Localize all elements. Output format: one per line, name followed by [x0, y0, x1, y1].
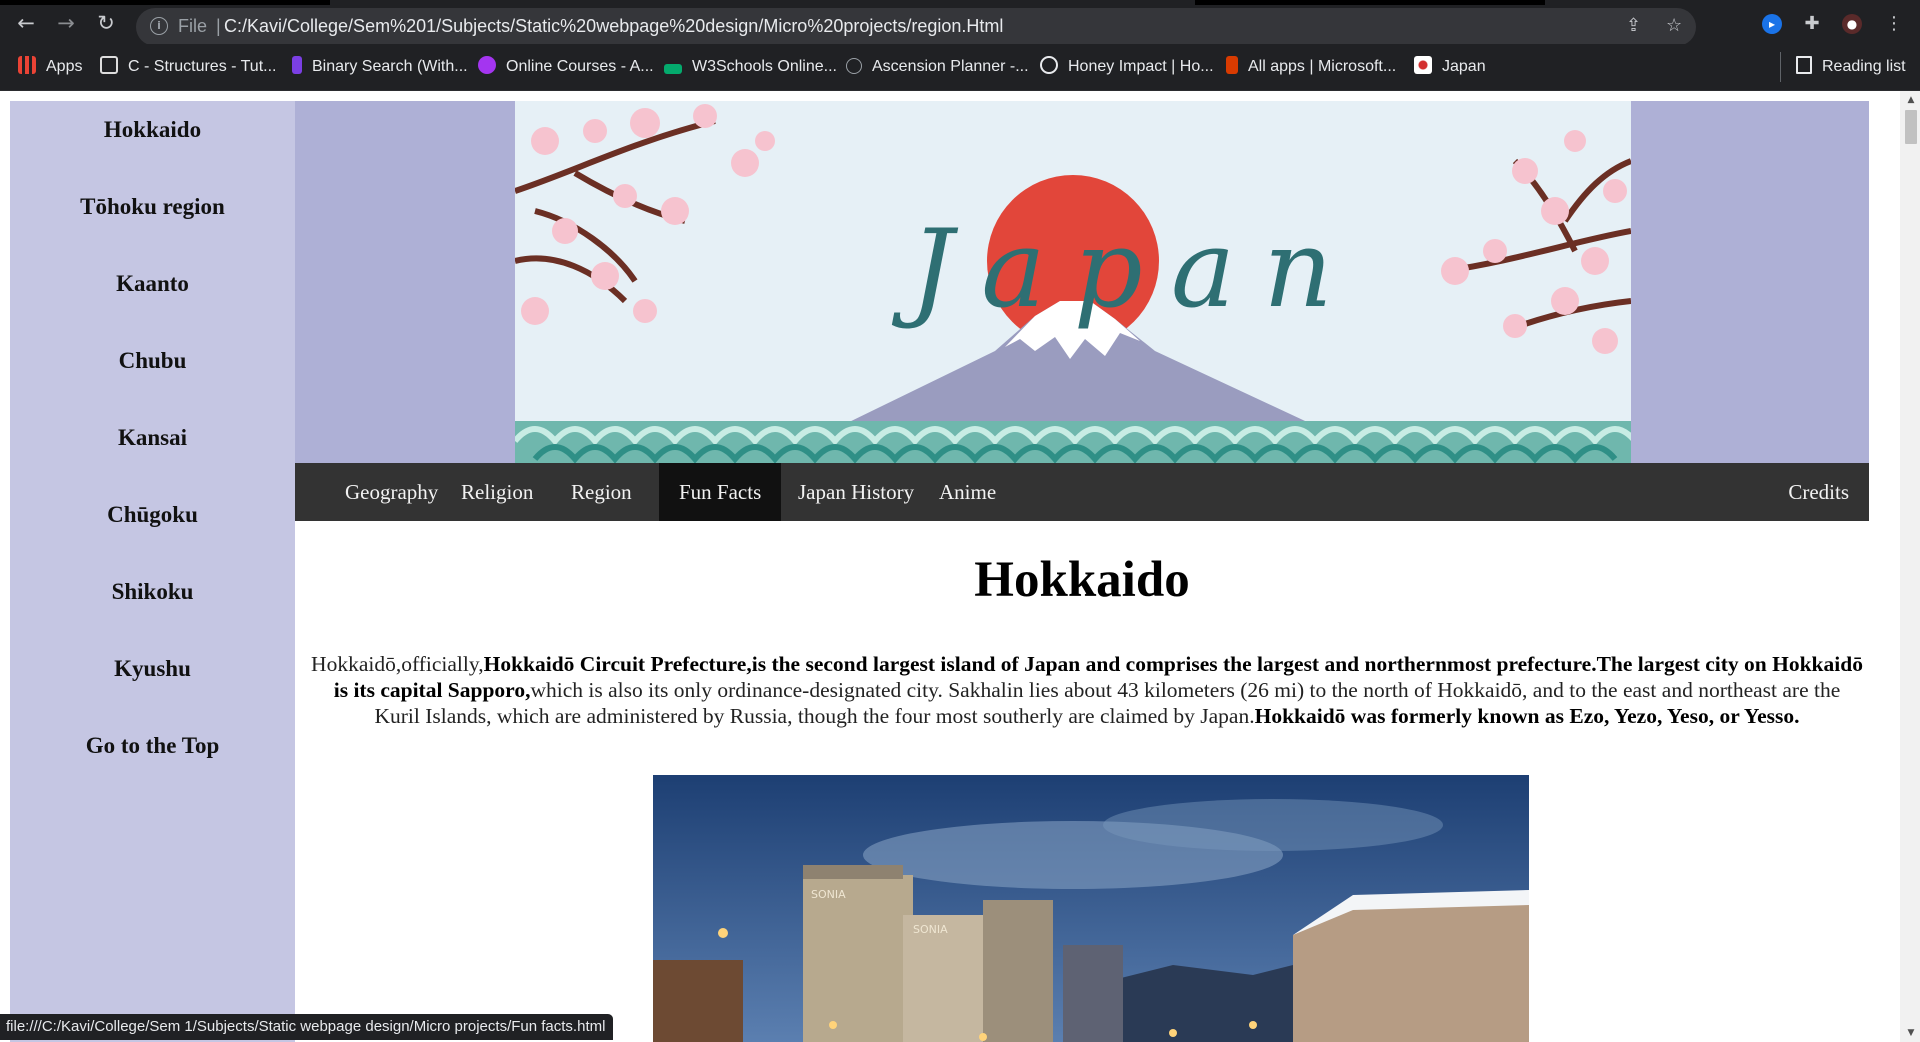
nav-tab-japan-history[interactable]: Japan History	[778, 463, 934, 521]
top-navigation: Geography Religion Region Fun Facts Japa…	[295, 463, 1869, 521]
forward-arrow-icon[interactable]: →	[52, 9, 80, 37]
reading-list-label: Reading list	[1822, 58, 1906, 75]
file-scheme-label: File	[178, 16, 208, 36]
sidebar-link-kaanto[interactable]: Kaanto	[10, 271, 295, 297]
sidebar-link-shikoku[interactable]: Shikoku	[10, 579, 295, 605]
bookmark-japan[interactable]: Japan	[1414, 56, 1486, 78]
bookmark-label: C - Structures - Tut...	[128, 58, 277, 75]
nav-tab-religion[interactable]: Religion	[441, 463, 553, 521]
bookmark-label: Apps	[46, 58, 83, 75]
japan-flag-icon	[1414, 56, 1432, 74]
scroll-up-arrow-icon[interactable]: ▲	[1905, 94, 1917, 106]
para-text: Hokkaidō,officially,	[311, 652, 484, 676]
extensions-puzzle-icon[interactable]: ✚	[1802, 14, 1822, 34]
genshin-center-icon	[846, 58, 862, 74]
profile-avatar-icon[interactable]: ●	[1842, 14, 1862, 34]
region-sidebar: Hokkaido Tōhoku region Kaanto Chubu Kans…	[10, 101, 295, 1042]
sidebar-link-kansai[interactable]: Kansai	[10, 425, 295, 451]
nav-tab-geography[interactable]: Geography	[325, 463, 458, 521]
page-title: Hokkaido	[974, 552, 1190, 608]
info-icon[interactable]: i	[150, 17, 168, 35]
tab-strip	[1195, 0, 1545, 5]
bookmarks-bar: Apps C - Structures - Tut... Binary Sear…	[0, 44, 1920, 91]
para-bold-text: Hokkaidō was formerly known as Ezo, Yezo…	[1254, 704, 1800, 728]
bookmark-w3schools[interactable]: W3Schools Online...	[664, 56, 837, 78]
menu-kebab-icon[interactable]: ⋮	[1884, 14, 1904, 34]
bookmark-label: Binary Search (With...	[312, 58, 468, 75]
browser-toolbar: ← → ↻ i File | C:/Kavi/College/Sem%201/S…	[0, 0, 1920, 46]
reload-icon[interactable]: ↻	[92, 9, 120, 37]
bookmark-binary-search[interactable]: Binary Search (With...	[292, 56, 468, 78]
scrollbar-thumb[interactable]	[1905, 110, 1917, 144]
globe-icon	[1040, 56, 1058, 74]
bookmark-label: All apps | Microsoft...	[1248, 58, 1397, 75]
nav-tab-anime[interactable]: Anime	[919, 463, 1016, 521]
sidebar-link-hokkaido[interactable]: Hokkaido	[10, 117, 295, 143]
bookmark-star-icon[interactable]: ☆	[1666, 15, 1682, 36]
address-separator: |	[216, 16, 221, 36]
scroll-down-arrow-icon[interactable]: ▼	[1905, 1027, 1917, 1039]
banner-title: Japan	[891, 207, 1361, 332]
sidebar-link-kyushu[interactable]: Kyushu	[10, 656, 295, 682]
sidebar-link-chubu[interactable]: Chubu	[10, 348, 295, 374]
bookmark-apps[interactable]: Apps	[18, 56, 82, 78]
page-scrollbar[interactable]: ▲ ▼	[1900, 91, 1920, 1042]
address-bar[interactable]: i File | C:/Kavi/College/Sem%201/Subject…	[136, 8, 1696, 46]
bookmark-microsoft-apps[interactable]: All apps | Microsoft...	[1226, 56, 1396, 78]
bookmark-label: Japan	[1442, 58, 1486, 75]
reading-list-icon	[1796, 56, 1812, 74]
tutorial-site-icon	[100, 56, 118, 74]
bookmark-label: Ascension Planner -...	[872, 58, 1029, 75]
bookmark-label: Honey Impact | Ho...	[1068, 58, 1214, 75]
extension-icon[interactable]: ▸	[1762, 14, 1782, 34]
nav-tab-credits[interactable]: Credits	[1768, 463, 1869, 521]
waves-pattern	[515, 421, 1631, 463]
sidebar-link-chugoku[interactable]: Chūgoku	[10, 502, 295, 528]
bookmark-label: W3Schools Online...	[692, 58, 837, 75]
nav-tab-region[interactable]: Region	[551, 463, 652, 521]
sidebar-link-tohoku[interactable]: Tōhoku region	[10, 194, 295, 220]
apps-grid-icon	[18, 56, 36, 74]
programiz-icon	[292, 56, 302, 74]
bookmark-label: Online Courses - A...	[506, 58, 654, 75]
url-text[interactable]: C:/Kavi/College/Sem%201/Subjects/Static%…	[224, 16, 1003, 37]
bookmark-c-structures[interactable]: C - Structures - Tut...	[100, 56, 276, 78]
hotel-sign: SONIA	[811, 888, 846, 901]
hotel-sign: SONIA	[913, 923, 948, 936]
reading-list-button[interactable]: Reading list	[1796, 56, 1906, 78]
active-tab-strip	[0, 0, 330, 5]
back-arrow-icon[interactable]: ←	[12, 9, 40, 37]
hokkaido-city-photo: SONIA SONIA	[653, 775, 1529, 1042]
hokkaido-paragraph: Hokkaidō,officially,Hokkaidō Circuit Pre…	[309, 651, 1865, 729]
share-icon[interactable]: ⇪	[1626, 15, 1641, 36]
w3schools-icon	[664, 64, 682, 74]
bookmarks-divider	[1780, 52, 1781, 82]
japan-banner-image: Japan	[515, 101, 1631, 463]
bookmark-honey-impact[interactable]: Honey Impact | Ho...	[1040, 56, 1214, 78]
main-content: Hokkaido Hokkaidō,officially,Hokkaidō Ci…	[295, 521, 1869, 1042]
bookmark-online-courses[interactable]: Online Courses - A...	[478, 56, 654, 78]
sidebar-link-go-to-top[interactable]: Go to the Top	[10, 733, 295, 759]
web-page: Hokkaido Tōhoku region Kaanto Chubu Kans…	[0, 91, 1920, 1042]
udemy-icon	[478, 56, 496, 74]
bookmark-ascension-planner[interactable]: Ascension Planner -...	[846, 56, 1029, 78]
office-icon	[1226, 56, 1238, 74]
nav-tab-fun-facts[interactable]: Fun Facts	[659, 463, 782, 521]
status-bar-url: file:///C:/Kavi/College/Sem 1/Subjects/S…	[0, 1014, 614, 1040]
